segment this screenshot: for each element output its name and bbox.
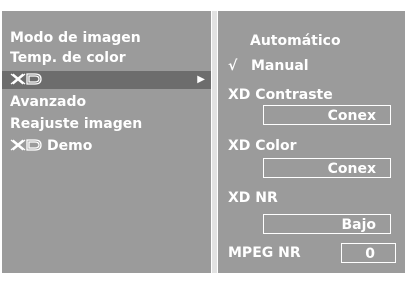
panel-divider	[212, 11, 217, 273]
xd-logo	[10, 71, 42, 89]
option-manual[interactable]: Manual	[251, 57, 309, 75]
menu-item-label: Temp. de color	[10, 50, 126, 66]
menu-item-label: Reajuste imagen	[10, 116, 143, 132]
menu-item-label: Demo	[47, 138, 93, 154]
osd-menu: Modo de imagen Temp. de color ▶ Avanzado…	[0, 0, 407, 284]
chevron-right-icon: ▶	[197, 74, 205, 85]
main-menu-panel: Modo de imagen Temp. de color ▶ Avanzado…	[2, 11, 211, 273]
xd-submenu-panel: Automático √ Manual XD Contraste Conex X…	[218, 11, 405, 273]
xd-nr-label: XD NR	[228, 190, 278, 206]
option-automatic[interactable]: Automático	[250, 32, 341, 50]
menu-item-label: Modo de imagen	[10, 30, 141, 46]
menu-item-picture-reset[interactable]: Reajuste imagen	[2, 115, 211, 133]
mpeg-nr-value[interactable]: 0	[341, 243, 396, 263]
xd-nr-value[interactable]: Bajo	[263, 214, 391, 234]
menu-item-picture-mode[interactable]: Modo de imagen	[2, 29, 211, 47]
xd-color-value[interactable]: Conex	[263, 158, 391, 178]
xd-contrast-label: XD Contraste	[228, 87, 333, 103]
xd-logo	[10, 137, 42, 155]
menu-item-xd[interactable]: ▶	[2, 71, 211, 89]
menu-item-xd-demo[interactable]: Demo	[2, 137, 211, 155]
menu-item-advanced[interactable]: Avanzado	[2, 93, 211, 111]
xd-contrast-value[interactable]: Conex	[263, 105, 391, 125]
menu-item-label: Avanzado	[10, 94, 87, 110]
check-icon: √	[228, 58, 238, 74]
xd-color-label: XD Color	[228, 138, 297, 154]
menu-item-color-temp[interactable]: Temp. de color	[2, 49, 211, 67]
mpeg-nr-label: MPEG NR	[228, 245, 301, 261]
